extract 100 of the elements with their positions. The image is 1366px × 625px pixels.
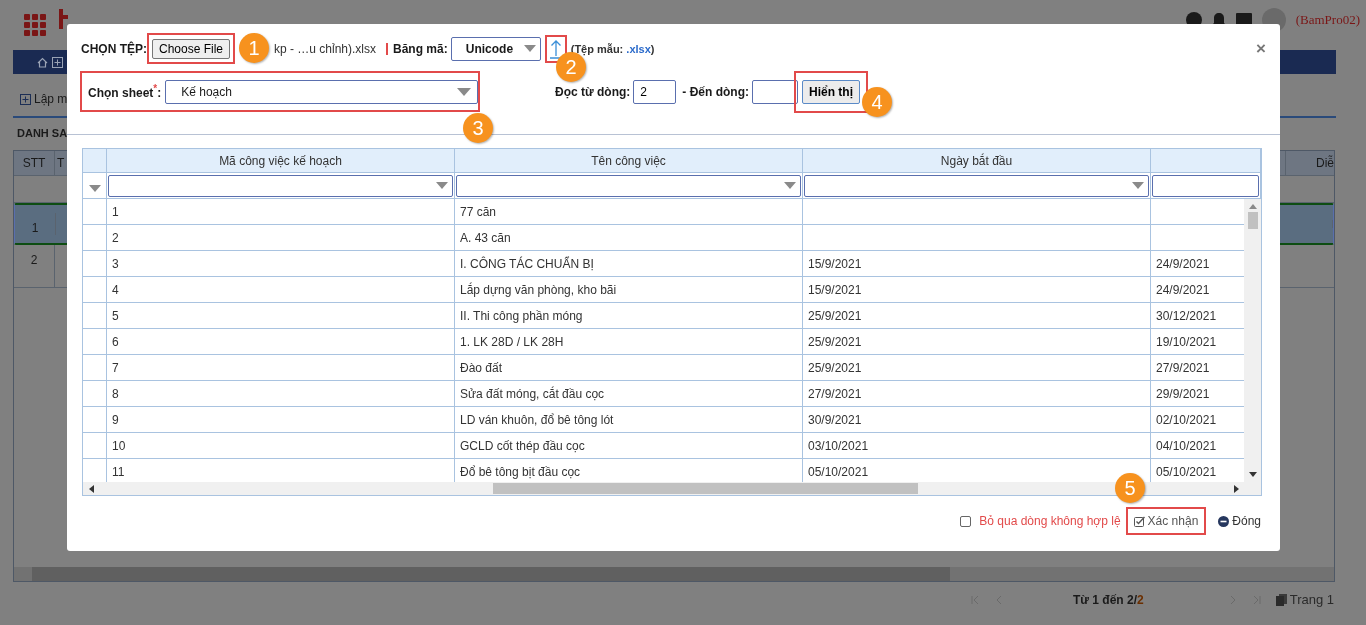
- step-number-badge: 3: [463, 113, 493, 143]
- table-cell: Lắp dựng văn phòng, kho bãi: [460, 282, 617, 297]
- table-cell: 02/10/2021: [1156, 412, 1217, 427]
- table-cell: 8: [112, 386, 119, 401]
- table-cell: 25/9/2021: [808, 308, 862, 323]
- home-icon[interactable]: [37, 56, 48, 68]
- vertical-scrollbar[interactable]: [1244, 199, 1261, 482]
- minus-circle-icon: [1218, 515, 1230, 527]
- table-cell: 29/9/2021: [1156, 386, 1210, 401]
- table-cell: 30/12/2021: [1156, 308, 1217, 323]
- dropdown-icon: [1132, 182, 1144, 189]
- confirm-button[interactable]: Xác nhận: [1133, 514, 1199, 528]
- table-cell: 10: [112, 438, 126, 453]
- horizontal-scrollbar[interactable]: [83, 482, 1261, 495]
- table-cell: 04/10/2021: [1156, 438, 1217, 453]
- scroll-thumb[interactable]: [493, 483, 918, 494]
- check-square-icon: [1133, 515, 1145, 527]
- plus-square-icon: [20, 93, 31, 105]
- user-name: (BamPro02): [1295, 12, 1360, 28]
- from-row-field[interactable]: 2: [633, 79, 677, 104]
- step-number-badge: 4: [862, 87, 892, 117]
- table-cell: 11: [112, 464, 125, 479]
- table-cell: 2: [112, 230, 119, 245]
- table-cell: I. CÔNG TÁC CHUẨN BỊ: [460, 256, 594, 271]
- template-link[interactable]: .xlsx: [626, 42, 651, 55]
- apps-grid-icon[interactable]: [24, 14, 46, 36]
- table-cell: 6: [112, 334, 119, 349]
- file-name: kp - …u chỉnh).xlsx: [274, 41, 377, 56]
- column-header: Ngày bắt đầu: [803, 149, 1151, 173]
- table-cell: Sửa đất móng, cắt đầu cọc: [460, 386, 605, 401]
- column-header: Mã công việc kế hoạch: [107, 149, 455, 173]
- table-cell: 03/10/2021: [808, 438, 869, 453]
- to-row-field[interactable]: [752, 79, 798, 104]
- scroll-left-icon[interactable]: [89, 484, 94, 493]
- table-cell: 25/9/2021: [808, 360, 862, 375]
- checkbox[interactable]: [960, 515, 972, 527]
- table-cell: Đổ bê tông bịt đầu cọc: [460, 464, 581, 479]
- horizontal-scrollbar[interactable]: [14, 567, 1334, 581]
- from-row-label: Đọc từ dòng:: [555, 84, 631, 99]
- sheet-select[interactable]: Kế hoạch: [165, 79, 478, 104]
- dropdown-icon: [784, 182, 796, 189]
- to-row-label: - Đến dòng:: [682, 84, 749, 99]
- step-number-badge: 1: [239, 33, 269, 63]
- table-cell: 30/9/2021: [808, 412, 862, 427]
- table-cell: 7: [112, 360, 119, 375]
- page-range: Từ 1 đến 2/2: [1072, 592, 1144, 607]
- encoding-select[interactable]: Unicode: [450, 36, 541, 61]
- scroll-down-icon[interactable]: [1248, 472, 1257, 477]
- table-cell: 27/9/2021: [1156, 360, 1210, 375]
- file-label: CHỌN TỆP:: [81, 41, 147, 56]
- close-dialog-button[interactable]: Đóng: [1218, 514, 1261, 528]
- table-cell: LD ván khuôn, đổ bê tông lót: [460, 412, 614, 427]
- choose-file-button[interactable]: Choose File: [152, 38, 231, 59]
- pages-icon: [1275, 593, 1287, 606]
- table-cell: 1: [112, 204, 119, 219]
- filter-menu-icon[interactable]: [88, 184, 101, 192]
- table-cell: 05/10/2021: [1156, 464, 1217, 479]
- skip-invalid-label: Bỏ qua dòng không hợp lệ: [979, 514, 1121, 528]
- sheet-label: Chọn sheet$^{*}$:: [88, 83, 162, 100]
- table-cell: Đào đất: [460, 360, 503, 375]
- table-cell: GCLD cốt thép đầu cọc: [460, 438, 585, 453]
- add-button[interactable]: Lập m: [20, 92, 68, 106]
- table-cell: 25/9/2021: [808, 334, 862, 349]
- column-header: Diễ: [1315, 154, 1334, 172]
- table-cell: 1: [15, 213, 56, 235]
- table-cell: 5: [112, 308, 119, 323]
- scroll-right-icon[interactable]: [1234, 484, 1239, 493]
- table-cell: 05/10/2021: [808, 464, 869, 479]
- table-cell: 1. LK 28D / LK 28H: [460, 334, 564, 349]
- table-cell: 24/9/2021: [1156, 256, 1210, 271]
- table-cell: 15/9/2021: [808, 256, 862, 271]
- scroll-thumb[interactable]: [1247, 212, 1258, 229]
- column-header: STT: [14, 151, 55, 175]
- plus-square-icon[interactable]: [52, 56, 63, 68]
- dropdown-icon: [523, 45, 536, 52]
- table-cell: 19/10/2021: [1156, 334, 1217, 349]
- table-cell: A. 43 căn: [460, 230, 511, 245]
- show-button[interactable]: Hiển thị: [802, 79, 860, 104]
- table-cell: 77 căn: [460, 204, 497, 219]
- page-label: Trang 1: [1275, 592, 1334, 607]
- filter-field[interactable]: [1152, 174, 1259, 197]
- dropdown-icon: [457, 87, 471, 96]
- filter-field[interactable]: [804, 174, 1149, 197]
- dropdown-icon: [436, 182, 448, 189]
- column-header: Tên công việc: [455, 149, 803, 173]
- step-number-badge: 5: [1115, 473, 1145, 503]
- upload-icon[interactable]: [549, 38, 562, 59]
- table-cell: 4: [112, 282, 119, 297]
- table-cell: 2: [14, 245, 55, 287]
- table-cell: 9: [112, 412, 119, 427]
- table-cell: II. Thi công phần móng: [460, 308, 583, 323]
- table-cell: 24/9/2021: [1156, 282, 1210, 297]
- close-button[interactable]: ×: [1256, 38, 1266, 59]
- logo-drawing: [56, 9, 68, 29]
- encoding-label: Băng mã:: [393, 41, 448, 56]
- scroll-up-icon[interactable]: [1248, 204, 1257, 209]
- filter-field[interactable]: [456, 174, 801, 197]
- filter-field[interactable]: [108, 174, 453, 197]
- table-cell: 3: [112, 256, 119, 271]
- table-cell: 27/9/2021: [808, 386, 862, 401]
